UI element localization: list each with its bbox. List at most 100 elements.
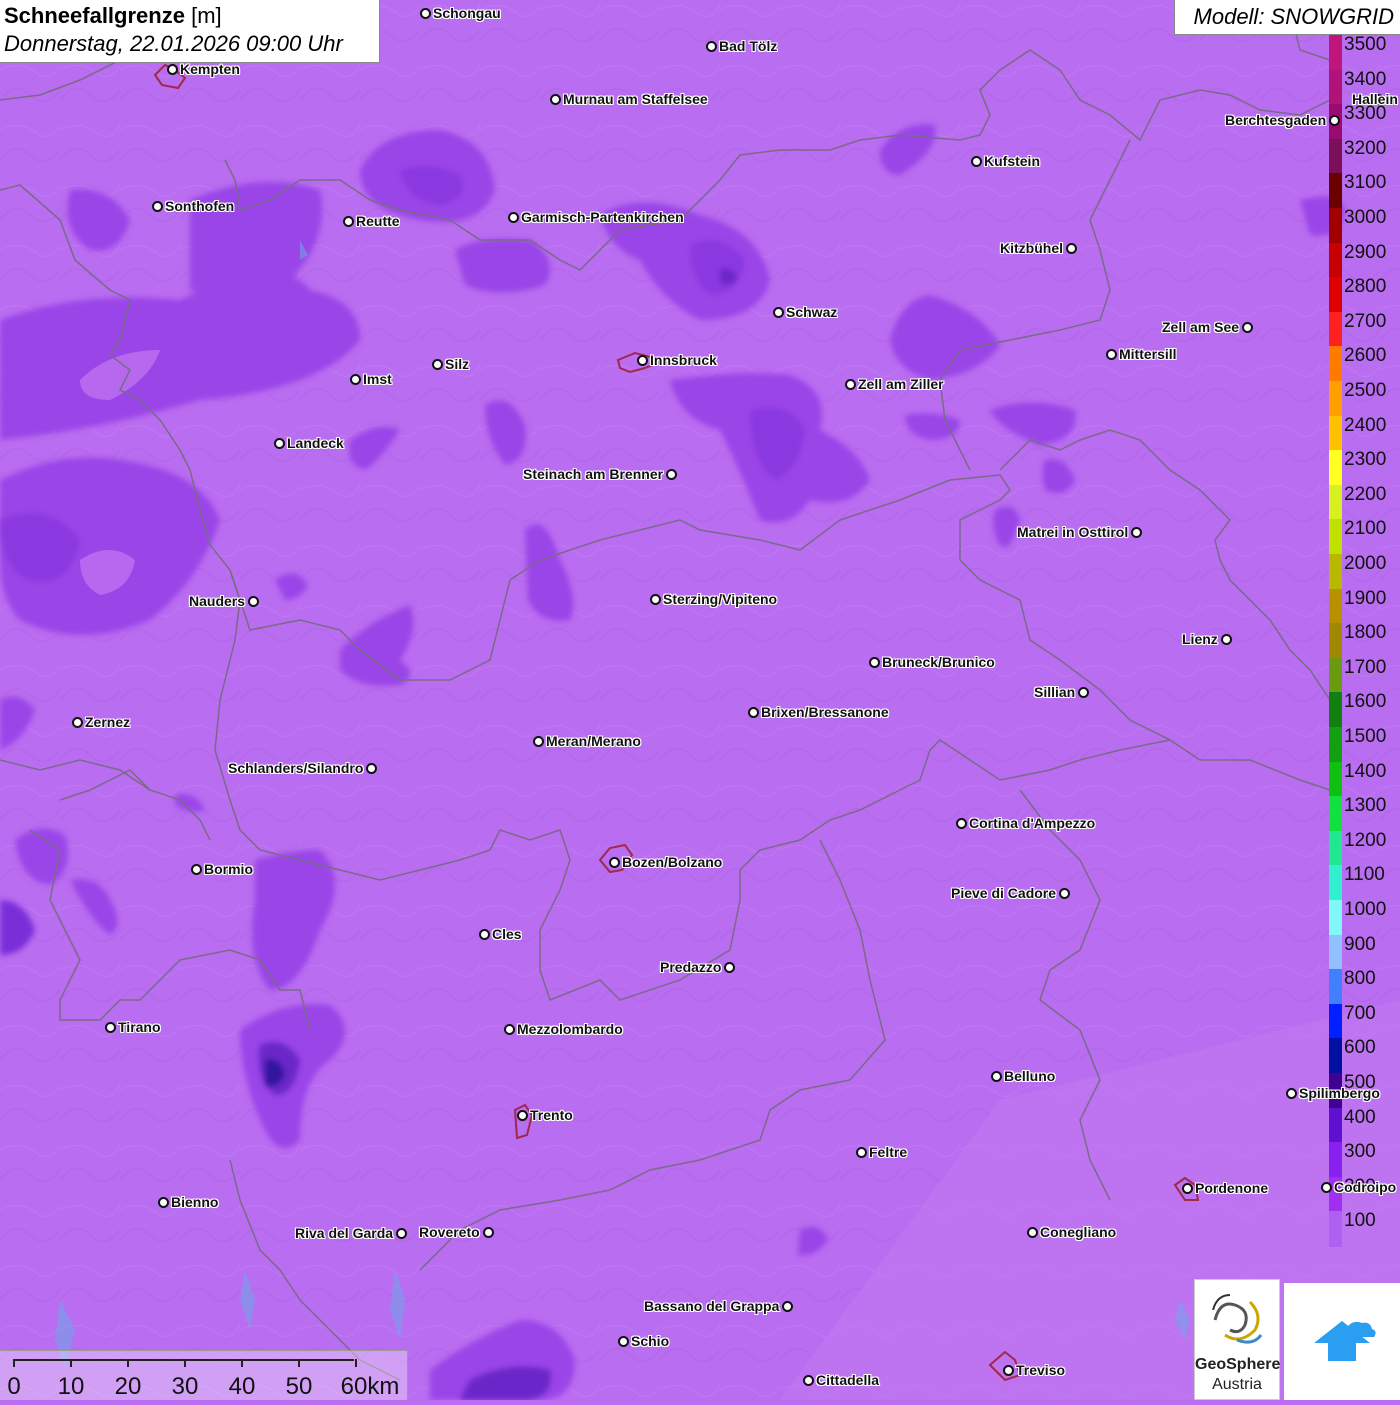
legend-swatch: [1329, 692, 1342, 728]
logo-sub: Austria: [1212, 1376, 1262, 1393]
city-label: Trento: [530, 1107, 573, 1123]
scale-tick: [355, 1359, 357, 1367]
title-unit: [m]: [191, 3, 222, 28]
scale-label: 40: [228, 1373, 256, 1400]
city-label: Cittadella: [816, 1372, 880, 1388]
city-label: Sterzing/Vipiteno: [663, 591, 778, 607]
city-label: Kempten: [180, 61, 240, 77]
city-label: Innsbruck: [650, 352, 717, 368]
legend-label: 2200: [1344, 483, 1387, 505]
legend-swatch: [1329, 1142, 1342, 1178]
logo-name: GeoSphere: [1195, 1356, 1281, 1373]
scale-label: 30: [171, 1373, 199, 1400]
city-dot-icon: [971, 156, 982, 167]
legend-label: 1400: [1344, 760, 1387, 782]
city-label: Bozen/Bolzano: [622, 854, 723, 870]
city-dot-icon: [483, 1227, 494, 1238]
legend-swatch: [1329, 830, 1342, 867]
legend-swatch: [1329, 242, 1342, 279]
city-dot-icon: [350, 374, 361, 385]
scale-label: 0: [7, 1373, 21, 1400]
city-dot-icon: [869, 657, 880, 668]
city-dot-icon: [396, 1228, 407, 1239]
city-label: Bassano del Grappa: [644, 1298, 780, 1314]
city-dot-icon: [650, 594, 661, 605]
scale-label: 10: [57, 1373, 85, 1400]
scale-tick: [298, 1359, 300, 1367]
legend-label: 3200: [1344, 137, 1387, 159]
city-dot-icon: [72, 717, 83, 728]
legend-swatch: [1329, 588, 1342, 625]
legend-label: 2900: [1344, 241, 1387, 263]
city-label: Schlanders/Silandro: [228, 760, 364, 776]
city-dot-icon: [248, 596, 259, 607]
title-bold: Schneefallgrenze: [4, 3, 185, 28]
city-dot-icon: [432, 359, 443, 370]
legend-label: 2600: [1344, 345, 1387, 367]
city-label: Kitzbühel: [1000, 240, 1063, 256]
legend-swatch: [1329, 934, 1342, 971]
city-label: Silz: [445, 356, 470, 372]
legend-label: 2400: [1344, 414, 1387, 436]
legend-swatch: [1329, 1107, 1342, 1144]
geosphere-swirl-icon: [1212, 1294, 1263, 1344]
city-dot-icon: [105, 1022, 116, 1033]
city-dot-icon: [1066, 243, 1077, 254]
city-dot-icon: [550, 94, 561, 105]
city-label: Predazzo: [660, 959, 722, 975]
legend-swatch: [1329, 727, 1342, 763]
city-dot-icon: [609, 857, 620, 868]
city-label: Matrei in Osttirol: [1017, 524, 1129, 540]
city-dot-icon: [504, 1024, 515, 1035]
city-label: Garmisch-Partenkirchen: [521, 209, 684, 225]
legend-label: 3000: [1344, 207, 1387, 228]
city-label: Mittersill: [1119, 346, 1177, 362]
city-label: Cortina d'Ampezzo: [969, 815, 1096, 831]
city-label: Brixen/Bressanone: [761, 704, 889, 720]
city-label: Zernez: [85, 714, 131, 730]
legend-swatch: [1329, 796, 1342, 832]
legend-label: 1000: [1344, 899, 1387, 920]
city-dot-icon: [1027, 1227, 1038, 1238]
legend-swatch: [1329, 173, 1342, 209]
legend-label: 1100: [1344, 864, 1385, 886]
city-dot-icon: [1221, 634, 1232, 645]
city-dot-icon: [773, 307, 784, 318]
legend-label: 3500: [1344, 34, 1387, 55]
legend-label: 2700: [1344, 310, 1387, 332]
legend-swatch: [1329, 484, 1342, 521]
legend-swatch: [1329, 1211, 1342, 1247]
legend-label: 3400: [1344, 68, 1387, 90]
city-label: Bruneck/Brunico: [882, 654, 995, 670]
city-label: Pordenone: [1195, 1180, 1269, 1196]
city-label: Steinach am Brenner: [523, 466, 664, 482]
legend-label: 2300: [1344, 449, 1387, 471]
city-label: Bormio: [204, 861, 253, 877]
city-label: Nauders: [189, 593, 246, 609]
scale-bar: 0 10 20 30 40 50 60km: [0, 1350, 408, 1400]
legend-label: 700: [1344, 1002, 1376, 1024]
city-dot-icon: [637, 355, 648, 366]
legend-swatch: [1329, 415, 1342, 452]
legend-swatch: [1329, 969, 1342, 1005]
city-dot-icon: [152, 201, 163, 212]
city-label: Cles: [492, 926, 522, 942]
city-dot-icon: [1329, 115, 1340, 126]
legend-label: 2800: [1344, 276, 1387, 298]
scale-tick: [127, 1359, 129, 1367]
city-label: Sillian: [1034, 684, 1076, 700]
city-dot-icon: [1242, 322, 1253, 333]
legend-label: 300: [1344, 1141, 1376, 1163]
city-label: Landeck: [287, 435, 344, 451]
city-label: Meran/Merano: [546, 733, 641, 749]
legend-swatch: [1329, 1038, 1342, 1074]
legend-swatch: [1329, 519, 1342, 555]
legend-label: 1200: [1344, 829, 1387, 851]
legend-swatch: [1329, 35, 1342, 71]
city-label: Riva del Garda: [295, 1225, 394, 1241]
city-label: Spilimbergo: [1299, 1085, 1380, 1101]
legend-swatch: [1329, 657, 1342, 694]
legend-label: 1500: [1344, 726, 1387, 747]
city-label: Schio: [631, 1333, 670, 1349]
city-dot-icon: [1078, 687, 1089, 698]
